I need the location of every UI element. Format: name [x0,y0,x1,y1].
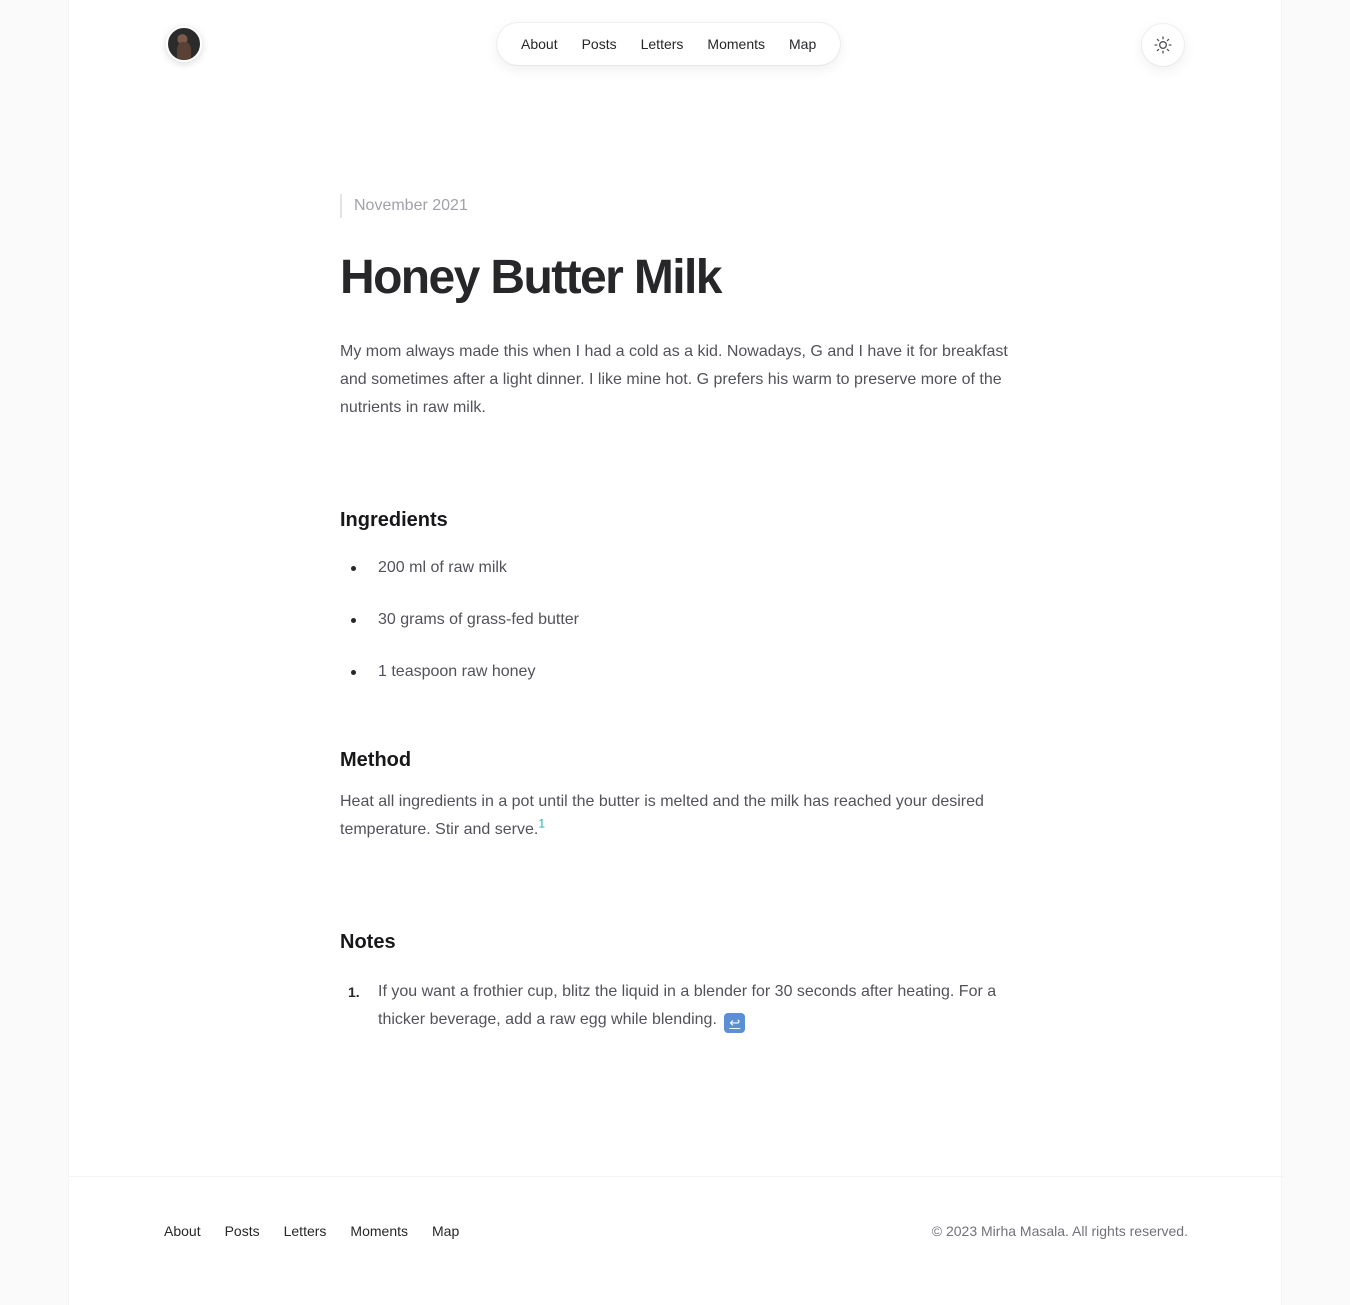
nav-link-map[interactable]: Map [777,23,828,65]
footer: About Posts Letters Moments Map © 2023 M… [69,1176,1283,1305]
footer-link-about[interactable]: About [164,1221,201,1241]
page-container: About Posts Letters Moments Map November… [68,0,1283,1305]
intro-paragraph: My mom always made this when I had a col… [340,343,1008,416]
footer-link-letters[interactable]: Letters [284,1221,327,1241]
footnote-link[interactable]: 1 [538,817,545,831]
copyright: © 2023 Mirha Masala. All rights reserved… [931,1223,1188,1239]
nav-link-posts[interactable]: Posts [570,23,629,65]
list-item: 200 ml of raw milk [340,554,1015,582]
method-text: Heat all ingredients in a pot until the … [340,793,984,838]
nav-link-moments[interactable]: Moments [695,23,777,65]
list-item: 30 grams of grass-fed butter [340,606,1015,634]
list-item: 1. If you want a frothier cup, blitz the… [340,978,1015,1034]
nav-link-about[interactable]: About [509,23,570,65]
article: November 2021 Honey Butter Milk My mom a… [340,194,1015,1034]
ingredients-list: 200 ml of raw milk 30 grams of grass-fed… [340,554,1015,686]
footer-nav: About Posts Letters Moments Map [164,1221,459,1241]
notes-heading: Notes [340,931,396,953]
footnote-backref-icon[interactable]: ↩ [724,1013,746,1033]
sun-icon [1154,36,1172,54]
post-date: November 2021 [340,194,1015,218]
theme-toggle-button[interactable] [1142,24,1184,66]
list-item: 1 teaspoon raw honey [340,658,1015,686]
footer-link-posts[interactable]: Posts [225,1221,260,1241]
page-title: Honey Butter Milk [340,251,722,304]
method-paragraph: Heat all ingredients in a pot until the … [340,788,1015,844]
method-heading: Method [340,749,412,771]
note-text: If you want a frothier cup, blitz the li… [378,983,997,1028]
avatar[interactable] [166,26,202,62]
note-number: 1. [348,984,360,1000]
footer-link-moments[interactable]: Moments [350,1221,408,1241]
ingredients-heading: Ingredients [340,509,448,531]
notes-list: 1. If you want a frothier cup, blitz the… [340,978,1015,1034]
top-nav: About Posts Letters Moments Map [497,23,841,65]
nav-link-letters[interactable]: Letters [629,23,696,65]
footer-link-map[interactable]: Map [432,1221,459,1241]
